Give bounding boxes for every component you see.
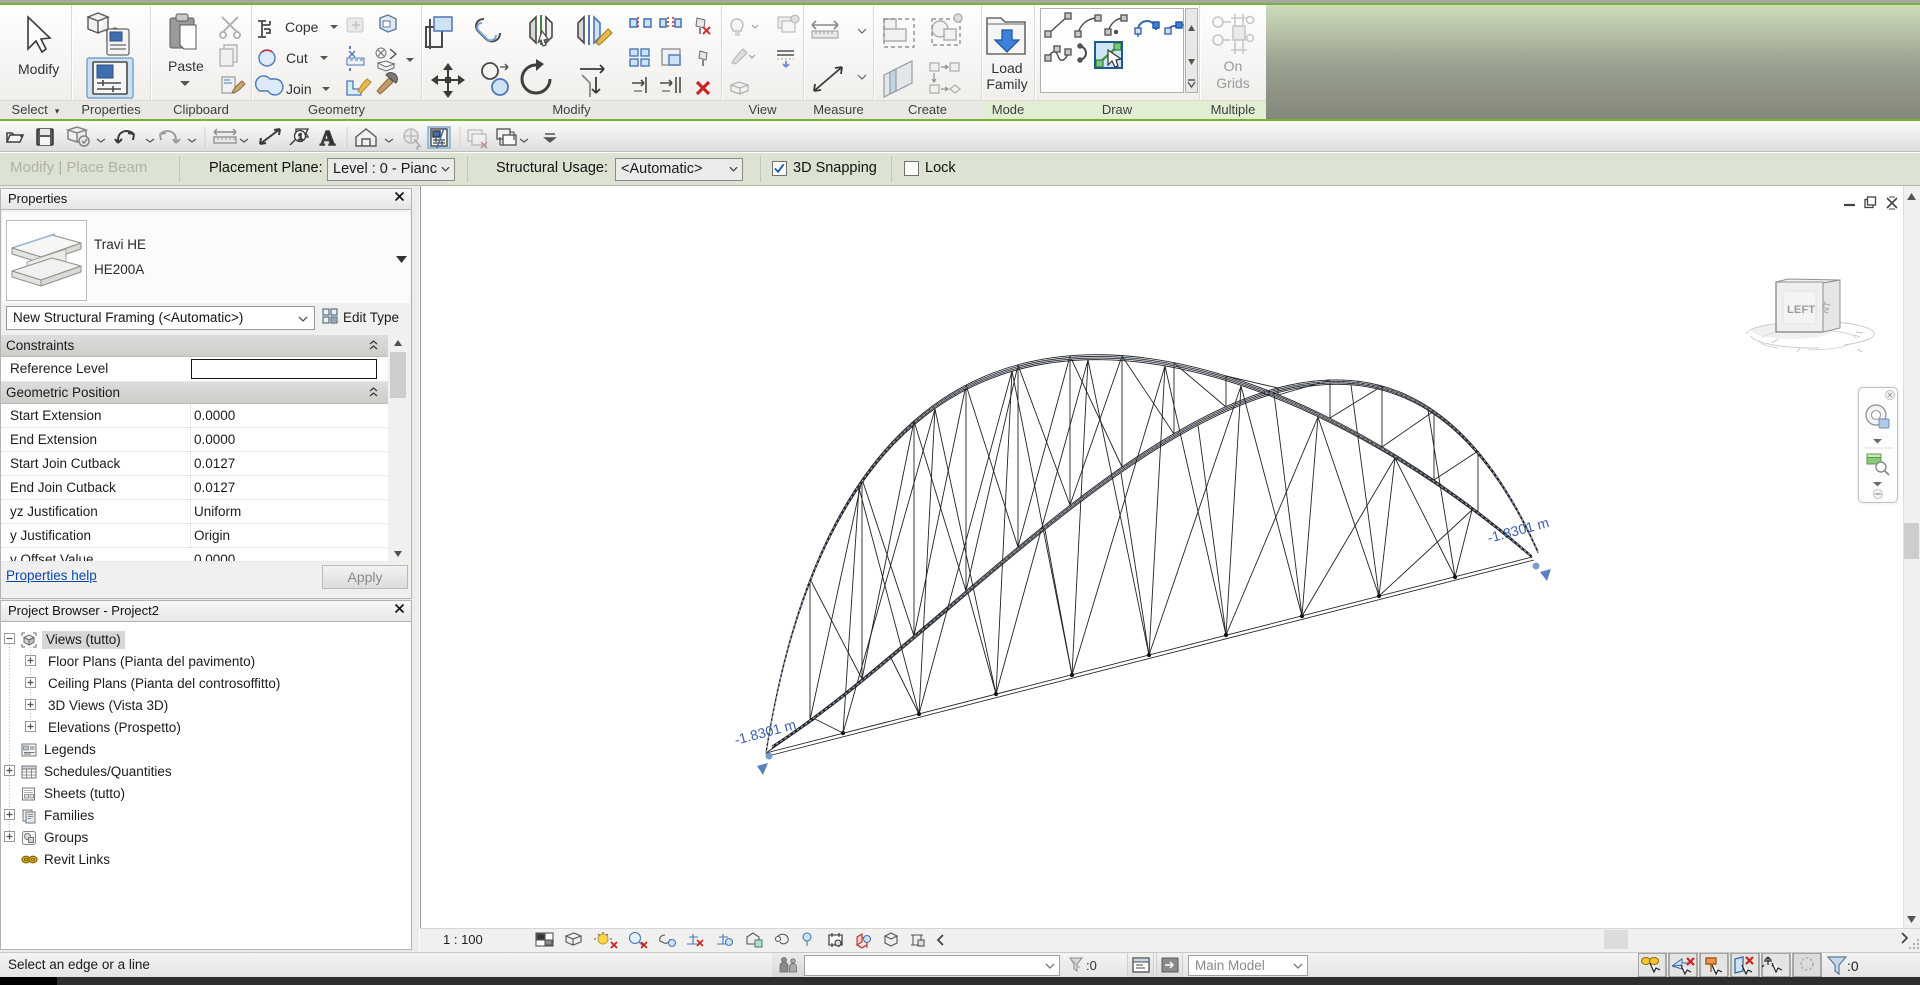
svg-text:Paste: Paste	[168, 58, 204, 74]
svg-text:Modify: Modify	[18, 61, 59, 77]
svg-text:LEFT: LEFT	[1787, 304, 1815, 316]
svg-text:-1.8301 m: -1.8301 m	[733, 716, 798, 748]
svg-text:Cut: Cut	[286, 50, 308, 66]
svg-text:Join: Join	[286, 81, 312, 97]
svg-text:1: 1	[298, 132, 303, 142]
svg-text:A: A	[320, 126, 336, 150]
svg-text:-1.8301 m: -1.8301 m	[1486, 514, 1551, 546]
svg-text::0: :0	[1847, 958, 1858, 974]
svg-text:Cope: Cope	[285, 19, 319, 35]
svg-text::0: :0	[1086, 958, 1097, 973]
